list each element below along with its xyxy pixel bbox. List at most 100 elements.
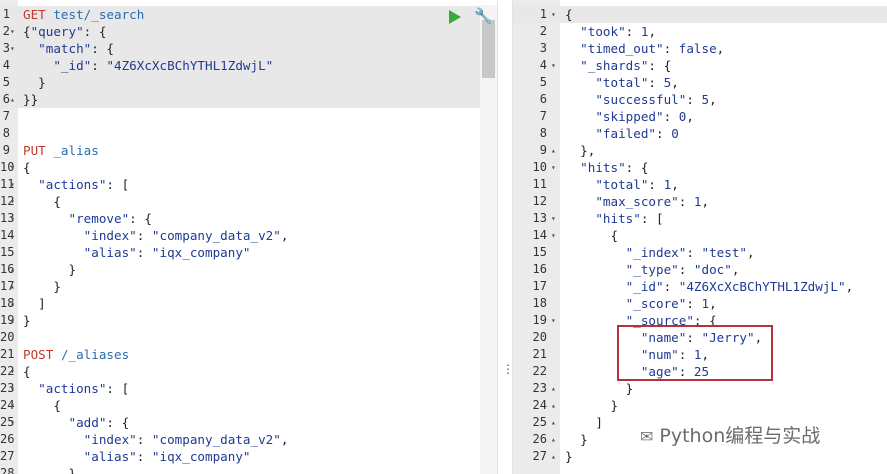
play-icon[interactable] — [449, 10, 461, 24]
code-line[interactable]: 15 "alias": "iqx_company" — [0, 244, 497, 261]
code-line[interactable]: 27 ▴} — [513, 448, 887, 465]
code-line[interactable]: 20 — [0, 329, 497, 346]
code-line[interactable]: 9 ▴ }, — [513, 142, 887, 159]
code-token: { — [23, 398, 61, 413]
code-line[interactable]: 8 "failed": 0 — [513, 125, 887, 142]
line-number: 3 — [2, 41, 10, 55]
fold-toggle-icon[interactable]: ▾ — [10, 40, 15, 57]
code-line[interactable]: 13 ▾ "remove": { — [0, 210, 497, 227]
code-line[interactable]: 3 ▾ "match": { — [0, 40, 497, 57]
code-line[interactable]: 4 "_id": "4Z6XcXcBChYTHL1ZdwjL" — [0, 57, 497, 74]
code-line[interactable]: 24 ▾ { — [0, 397, 497, 414]
code-line[interactable]: 5 "total": 5, — [513, 74, 887, 91]
code-line[interactable]: 2 "took": 1, — [513, 23, 887, 40]
code-line[interactable]: 1 ▾ { — [513, 6, 887, 23]
code-line[interactable]: 6 ▴}} — [0, 91, 497, 108]
code-line[interactable]: 11 "total": 1, — [513, 176, 887, 193]
fold-toggle-icon[interactable]: ▴ — [551, 448, 556, 465]
fold-toggle-icon[interactable]: ▴ — [551, 397, 556, 414]
code-line[interactable]: 26 "index": "company_data_v2", — [0, 431, 497, 448]
code-line[interactable]: 13 ▾ "hits": [ — [513, 210, 887, 227]
fold-toggle-icon[interactable]: ▴ — [10, 91, 15, 108]
code-line[interactable]: 8 — [0, 125, 497, 142]
wrench-icon[interactable]: 🔧 — [474, 7, 493, 25]
fold-toggle-icon[interactable]: ▾ — [551, 159, 556, 176]
line-number: 23 — [532, 381, 547, 395]
code-line[interactable]: 16 "_type": "doc", — [513, 261, 887, 278]
code-line[interactable]: 14 "index": "company_data_v2", — [0, 227, 497, 244]
code-line[interactable]: 19 ▴} — [0, 312, 497, 329]
code-line[interactable]: 7 — [0, 108, 497, 125]
code-text: "hits": [ — [565, 210, 663, 227]
fold-toggle-icon[interactable]: ▴ — [551, 380, 556, 397]
fold-toggle-icon[interactable]: ▾ — [10, 159, 15, 176]
code-line[interactable]: 16 ▴ } — [0, 261, 497, 278]
fold-toggle-icon[interactable]: ▴ — [551, 414, 556, 431]
fold-toggle-icon[interactable]: ▴ — [10, 295, 15, 312]
fold-toggle-icon[interactable]: ▾ — [551, 57, 556, 74]
fold-toggle-icon[interactable]: ▾ — [10, 380, 15, 397]
fold-toggle-icon[interactable]: ▾ — [10, 210, 15, 227]
code-line[interactable]: 17 "_id": "4Z6XcXcBChYTHL1ZdwjL", — [513, 278, 887, 295]
code-line[interactable]: 27 "alias": "iqx_company" — [0, 448, 497, 465]
code-line[interactable]: 11 ▾ "actions": [ — [0, 176, 497, 193]
code-line[interactable]: 10 ▾ { — [0, 159, 497, 176]
code-line[interactable]: 20 "name": "Jerry", — [513, 329, 887, 346]
fold-toggle-icon[interactable]: ▾ — [10, 193, 15, 210]
line-number: 1 — [2, 7, 10, 21]
request-editor-scroll-thumb[interactable] — [482, 20, 495, 78]
code-text: }} — [23, 91, 38, 108]
code-token: : { — [83, 24, 107, 39]
fold-toggle-icon[interactable]: ▴ — [551, 142, 556, 159]
code-token: /_aliases — [60, 347, 130, 362]
line-number: 22 — [0, 364, 15, 378]
code-line[interactable]: 10 ▾ "hits": { — [513, 159, 887, 176]
fold-toggle-icon[interactable]: ▾ — [551, 227, 556, 244]
code-token: "4Z6XcXcBChYTHL1ZdwjL" — [678, 279, 846, 294]
code-line[interactable]: 23 ▴ } — [513, 380, 887, 397]
fold-toggle-icon[interactable]: ▾ — [10, 397, 15, 414]
code-line[interactable]: 21 POST /_aliases — [0, 346, 497, 363]
code-line[interactable]: 9 PUT _alias — [0, 142, 497, 159]
code-line[interactable]: 14 ▾ { — [513, 227, 887, 244]
code-line[interactable]: 17 ▴ } — [0, 278, 497, 295]
code-line[interactable]: 21 "num": 1, — [513, 346, 887, 363]
code-line[interactable]: 12 ▾ { — [0, 193, 497, 210]
code-line[interactable]: 6 "successful": 5, — [513, 91, 887, 108]
fold-toggle-icon[interactable]: ▾ — [551, 6, 556, 23]
code-line[interactable]: 28 } — [0, 465, 497, 474]
pane-divider[interactable]: ⋮ — [497, 0, 514, 474]
code-line[interactable]: 1 GET test/_search — [0, 6, 497, 23]
fold-toggle-icon[interactable]: ▾ — [10, 363, 15, 380]
fold-toggle-icon[interactable]: ▾ — [551, 210, 556, 227]
code-line[interactable]: 2 ▾ {"query": { — [0, 23, 497, 40]
fold-toggle-icon[interactable]: ▴ — [551, 431, 556, 448]
code-line[interactable]: 24 ▴ } — [513, 397, 887, 414]
request-editor-lines[interactable]: 1 GET test/_search 2 ▾ {"query": {3 ▾ "match"… — [0, 6, 497, 474]
fold-toggle-icon[interactable]: ▾ — [551, 312, 556, 329]
code-line[interactable]: 7 "skipped": 0, — [513, 108, 887, 125]
code-token: : { — [648, 58, 672, 73]
code-text: } — [565, 397, 618, 414]
response-viewer[interactable]: 1 ▾{2 "took": 1, 3 "timed_out": false, 4 ▾ "… — [513, 0, 887, 474]
fold-toggle-icon[interactable]: ▴ — [10, 261, 15, 278]
code-line[interactable]: 19 ▾ "_source": { — [513, 312, 887, 329]
code-line[interactable]: 22 "age": 25 — [513, 363, 887, 380]
fold-toggle-icon[interactable]: ▴ — [10, 278, 15, 295]
fold-toggle-icon[interactable]: ▾ — [10, 414, 15, 431]
code-line[interactable]: 4 ▾ "_shards": { — [513, 57, 887, 74]
fold-toggle-icon[interactable]: ▾ — [10, 23, 15, 40]
code-line[interactable]: 23 ▾ "actions": [ — [0, 380, 497, 397]
line-number: 8 — [2, 126, 10, 140]
fold-toggle-icon[interactable]: ▾ — [10, 176, 15, 193]
code-line[interactable]: 3 "timed_out": false, — [513, 40, 887, 57]
code-line[interactable]: 12 "max_score": 1, — [513, 193, 887, 210]
code-line[interactable]: 5 } — [0, 74, 497, 91]
fold-toggle-icon[interactable]: ▴ — [10, 312, 15, 329]
request-editor[interactable]: 1 GET test/_search 2 ▾ {"query": {3 ▾ "match"… — [0, 0, 497, 474]
code-line[interactable]: 18 ▴ ] — [0, 295, 497, 312]
code-line[interactable]: 22 ▾ { — [0, 363, 497, 380]
code-line[interactable]: 15 "_index": "test", — [513, 244, 887, 261]
code-line[interactable]: 18 "_score": 1, — [513, 295, 887, 312]
code-line[interactable]: 25 ▾ "add": { — [0, 414, 497, 431]
